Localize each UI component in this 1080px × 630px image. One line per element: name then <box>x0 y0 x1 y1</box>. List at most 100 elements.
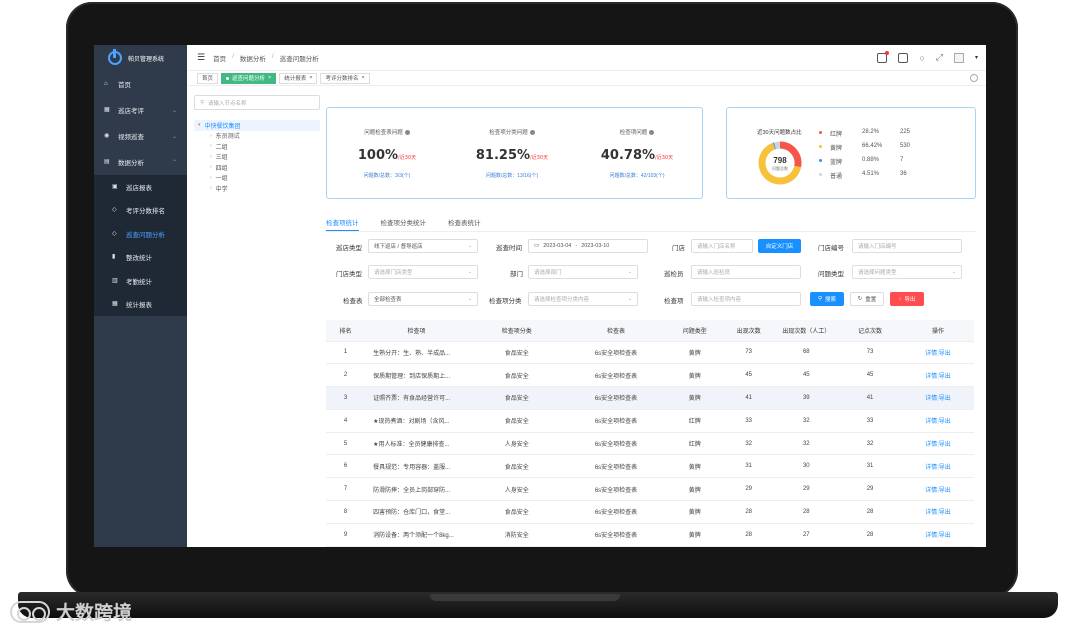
help-icon[interactable] <box>404 130 410 136</box>
dept-select[interactable]: 请选择部门 ⌄ <box>528 265 638 279</box>
tab-category-stats[interactable]: 检查项分类统计 <box>381 217 427 231</box>
tab-divider <box>326 231 976 232</box>
sidebar-subitem-stats-report[interactable]: ▦ 统计报表 <box>94 293 187 317</box>
col-points[interactable]: 记点次数 <box>838 320 902 342</box>
close-icon[interactable]: × <box>268 75 271 81</box>
reset-button[interactable]: ↻ 重置 <box>850 292 884 306</box>
sidebar-item-home[interactable]: ⌂ 首页 <box>94 71 187 97</box>
export-link[interactable]: 导出 <box>939 419 951 425</box>
tree-node-root[interactable]: ▾ 中快餐饮集团 <box>194 120 320 131</box>
tree-node[interactable]: › 一组 <box>194 173 320 184</box>
tree-node[interactable]: › 二组 <box>194 141 320 152</box>
app-logo[interactable]: 帕贝管理系统 <box>94 45 187 71</box>
table-row[interactable]: 9 消防设备：两个须配一个8kg... 消防安全 6s安全项检查表 黄牌 28 27 28 详情… <box>326 523 974 547</box>
export-button[interactable]: ↓ 导出 <box>890 292 924 306</box>
tree-node[interactable]: › 东员测试 <box>194 131 320 142</box>
detail-link[interactable]: 详情 <box>925 488 937 494</box>
breadcrumb-home[interactable]: 首页 <box>213 53 226 63</box>
col-type[interactable]: 问题类型 <box>666 320 723 342</box>
tags-settings-icon[interactable] <box>970 74 978 82</box>
export-link[interactable]: 导出 <box>939 442 951 448</box>
tag-issue-analysis[interactable]: 巡查问题分析 × <box>221 72 277 84</box>
export-link[interactable]: 导出 <box>939 396 951 402</box>
inspector-input[interactable]: 请输入巡检员 <box>691 265 801 279</box>
detail-link[interactable]: 详情 <box>925 510 937 516</box>
tree-node[interactable]: › 中学 <box>194 183 320 194</box>
custom-store-button[interactable]: 自定义门店 <box>758 239 801 253</box>
col-rank[interactable]: 排名 <box>326 320 366 342</box>
chevron-down-icon[interactable]: ▾ <box>975 54 978 61</box>
calendar-icon: ▭ <box>534 243 540 249</box>
export-link[interactable]: 导出 <box>939 488 951 494</box>
export-link[interactable]: 导出 <box>939 351 951 357</box>
table-row[interactable]: 7 防滑防摔：全员上岗部穿防... 人身安全 6s安全项检查表 黄牌 29 29 29 详情|导… <box>326 477 974 502</box>
tag-stats-report[interactable]: 统计报表 × <box>279 72 318 84</box>
detail-link[interactable]: 详情 <box>925 396 937 402</box>
col-sheet[interactable]: 检查表 <box>565 320 667 342</box>
search-icon[interactable]: ○ <box>919 53 924 63</box>
detail-link[interactable]: 详情 <box>925 374 937 380</box>
sidebar-subitem-rectify-stats[interactable]: ▮ 整改统计 <box>94 246 187 270</box>
search-button[interactable]: ⚲ 搜索 <box>810 292 844 306</box>
donut-slice[interactable] <box>774 141 781 150</box>
tree-search-input[interactable]: ⚲ 请输入节点名称 <box>194 95 320 110</box>
sidebar-subitem-attendance[interactable]: ▥ 考勤统计 <box>94 269 187 293</box>
table-cell: 6s安全项检查表 <box>565 363 667 388</box>
tree-node[interactable]: › 三组 <box>194 152 320 163</box>
breadcrumb-data-analysis[interactable]: 数据分析 <box>240 53 266 63</box>
col-count-manual[interactable]: 出现次数（人工） <box>774 320 839 342</box>
tab-item-stats[interactable]: 检查项统计 <box>326 217 359 231</box>
storetype-select[interactable]: 请选择门店类型 ⌄ <box>368 265 478 279</box>
mail-icon[interactable] <box>877 50 890 63</box>
table-row[interactable]: 8 四害预防：仓库门口，食堂... 食品安全 6s安全项检查表 黄牌 28 28 28 详情|导… <box>326 500 974 524</box>
export-link[interactable]: 导出 <box>939 510 951 516</box>
item-input[interactable]: 请输入检查项内容 <box>691 292 801 306</box>
table-row[interactable]: 1 生熟分开：生、熟、半成品... 食品安全 6s安全项检查表 黄牌 73 68 73 详情|导… <box>326 341 974 365</box>
date-range-picker[interactable]: ▭ 2023-03-04-2023-03-10 <box>528 239 648 253</box>
avatar[interactable] <box>953 52 964 63</box>
help-icon[interactable] <box>529 130 535 136</box>
export-link[interactable]: 导出 <box>939 533 951 539</box>
export-link[interactable]: 导出 <box>939 465 951 471</box>
col-count[interactable]: 出现次数 <box>722 320 775 342</box>
sidebar-subitem-score-ranking[interactable]: ◇ 考评分数排名 <box>94 199 187 223</box>
tree-node[interactable]: › 四组 <box>194 162 320 173</box>
store-input[interactable]: 请输入门店名称 <box>691 239 753 253</box>
sidebar-subitem-issue-analysis[interactable]: ◇ 巡查问题分析 <box>94 222 187 246</box>
table-cell: 食品安全 <box>467 341 566 365</box>
table-row[interactable]: 3 证照齐票：有食品经营许可... 食品安全 6s安全项检查表 黄牌 41 39 41 详情|导… <box>326 386 974 410</box>
tag-home[interactable]: 首页 <box>197 72 219 84</box>
sidebar-item-data-analysis[interactable]: ▤ 数据分析 ⌃ <box>94 149 187 175</box>
table-cell: ★用人标准：全员健康排查... <box>365 432 468 456</box>
help-icon[interactable] <box>649 130 655 136</box>
tag-score-ranking[interactable]: 考评分数排名 × <box>320 72 370 84</box>
menu-toggle-icon[interactable]: ☰ <box>197 52 205 63</box>
table-row[interactable]: 5 ★用人标准：全员健康排查... 人身安全 6s安全项检查表 红牌 32 32 32 详情|导… <box>326 432 974 456</box>
sheet-select[interactable]: 全部检查表 ⌄ <box>368 292 478 306</box>
storeno-input[interactable]: 请输入门店编号 <box>852 239 962 253</box>
detail-link[interactable]: 详情 <box>925 465 937 471</box>
document-icon[interactable] <box>898 52 909 63</box>
category-select[interactable]: 请选择检查项分类内容 ⌄ <box>528 292 638 306</box>
table-cell: 食品安全 <box>467 454 566 479</box>
detail-link[interactable]: 详情 <box>925 533 937 539</box>
detail-link[interactable]: 详情 <box>925 419 937 425</box>
col-category[interactable]: 检查项分类 <box>467 320 566 342</box>
export-link[interactable]: 导出 <box>939 374 951 380</box>
sidebar-item-store-eval[interactable]: ▦ 巡店考评 ⌄ <box>94 97 187 123</box>
close-icon[interactable]: × <box>309 75 312 81</box>
detail-link[interactable]: 详情 <box>925 351 937 357</box>
tab-sheet-stats[interactable]: 检查表统计 <box>448 217 481 231</box>
type-select[interactable]: 线下巡店 / 督导巡店 ⌄ <box>368 239 478 253</box>
sidebar-item-video[interactable]: ◉ 视频巡查 ⌄ <box>94 123 187 149</box>
close-icon[interactable]: × <box>362 75 365 81</box>
table-row[interactable]: 6 餐具规范：专用容器：盖服... 食品安全 6s安全项检查表 黄牌 31 30 31 详情|导… <box>326 454 974 479</box>
fullscreen-icon[interactable]: ⤢ <box>936 52 943 63</box>
table-cell: 红牌 <box>666 432 723 456</box>
table-row[interactable]: 4 ★现热煮酒：对剧场（含风... 食品安全 6s安全项检查表 红牌 33 32 33 详情|导… <box>326 409 974 433</box>
sidebar-subitem-store-report[interactable]: ▣ 巡店报表 <box>94 175 187 199</box>
col-item[interactable]: 检查项 <box>365 320 468 342</box>
table-row[interactable]: 2 保质期管理：到店保质期上... 食品安全 6s安全项检查表 黄牌 45 45 45 详情|导… <box>326 363 974 388</box>
issuetype-select[interactable]: 请选择问题类型 ⌄ <box>852 265 962 279</box>
detail-link[interactable]: 详情 <box>925 442 937 448</box>
